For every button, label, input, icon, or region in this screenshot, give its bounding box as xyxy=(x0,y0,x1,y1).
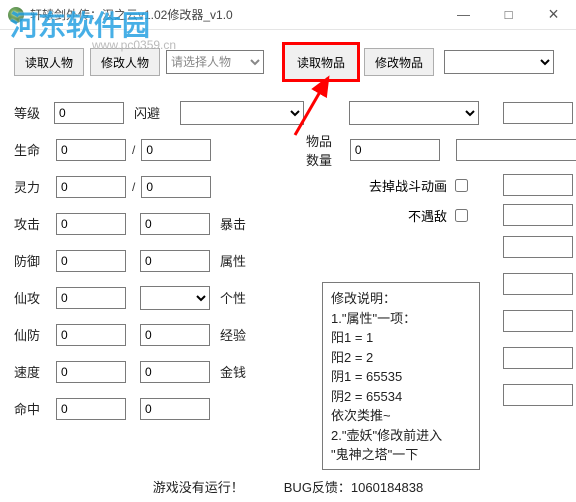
r-acc-input[interactable] xyxy=(503,384,573,406)
attr-label: 属性 xyxy=(220,251,262,270)
imatk2-select[interactable] xyxy=(140,286,210,310)
acc2-input[interactable] xyxy=(140,398,210,420)
game-status: 游戏没有运行！ xyxy=(153,477,244,496)
def-label: 防御 xyxy=(14,251,56,270)
read-item-button[interactable]: 读取物品 xyxy=(284,44,358,80)
modify-item-button[interactable]: 修改物品 xyxy=(364,48,434,76)
title-bar: 轩辕剑外传：汉之云v1.02修改器_v1.0 — □ × xyxy=(0,0,576,30)
window-title: 轩辕剑外传：汉之云v1.02修改器_v1.0 xyxy=(30,6,441,23)
r-atk-input[interactable] xyxy=(503,204,573,226)
r-spd-input[interactable] xyxy=(503,347,573,369)
mp-label: 灵力 xyxy=(14,177,56,196)
level-input[interactable] xyxy=(54,102,124,124)
disable-anim-check-label[interactable]: 去掉战斗动画 xyxy=(369,176,471,195)
atk1-input[interactable] xyxy=(56,213,126,235)
dodge-select[interactable] xyxy=(180,101,304,125)
level-label: 等级 xyxy=(14,103,54,122)
atk2-input[interactable] xyxy=(140,213,210,235)
hp-label: 生命 xyxy=(14,140,56,159)
no-encounter-check-label[interactable]: 不遇敌 xyxy=(408,206,471,225)
exp-label: 经验 xyxy=(220,325,262,344)
def1-input[interactable] xyxy=(56,250,126,272)
qty-input[interactable] xyxy=(503,102,573,124)
footer: 游戏没有运行！ BUG反馈：1060184838 xyxy=(0,477,576,496)
acc-label: 命中 xyxy=(14,399,56,418)
r-stam-input[interactable] xyxy=(503,174,573,196)
disable-anim-checkbox[interactable] xyxy=(455,179,468,192)
r-hp-input[interactable] xyxy=(456,139,576,161)
imatk-label: 仙攻 xyxy=(14,288,56,307)
imdef1-input[interactable] xyxy=(56,324,126,346)
crit-label: 暴击 xyxy=(220,214,262,233)
def2-input[interactable] xyxy=(140,250,210,272)
imdef2-input[interactable] xyxy=(140,324,210,346)
minimize-button[interactable]: — xyxy=(441,0,486,29)
app-icon xyxy=(8,7,24,23)
read-character-button[interactable]: 读取人物 xyxy=(14,48,84,76)
hp-max-input[interactable] xyxy=(141,139,211,161)
r-imdef-input[interactable] xyxy=(503,310,573,332)
slash: / xyxy=(132,143,135,157)
maximize-button[interactable]: □ xyxy=(486,0,531,29)
no-encounter-checkbox[interactable] xyxy=(455,209,468,222)
hp-cur-input[interactable] xyxy=(56,139,126,161)
acc1-input[interactable] xyxy=(56,398,126,420)
imdef-label: 仙防 xyxy=(14,325,56,344)
item-select[interactable] xyxy=(444,50,554,74)
modify-character-button[interactable]: 修改人物 xyxy=(90,48,160,76)
r-def-input[interactable] xyxy=(503,236,573,258)
slash: / xyxy=(132,180,135,194)
close-button[interactable]: × xyxy=(531,0,576,29)
bug-report: BUG反馈：1060184838 xyxy=(284,477,423,496)
mp-max-input[interactable] xyxy=(141,176,211,198)
character-select[interactable]: 请选择人物 xyxy=(166,50,264,74)
mp-cur-input[interactable] xyxy=(56,176,126,198)
atk-label: 攻击 xyxy=(14,214,56,233)
dodge-select-r[interactable] xyxy=(349,101,479,125)
imatk1-input[interactable] xyxy=(56,287,126,309)
spd1-input[interactable] xyxy=(56,361,126,383)
spd2-input[interactable] xyxy=(140,361,210,383)
dodge-label: 闪避 xyxy=(134,103,174,122)
item-qty-label: 物品数量 xyxy=(306,131,340,169)
item-qty-input[interactable] xyxy=(350,139,440,161)
spd-label: 速度 xyxy=(14,362,56,381)
r-imatk-input[interactable] xyxy=(503,273,573,295)
pers-label: 个性 xyxy=(220,288,262,307)
description-box: 修改说明： 1."属性"一项： 阳1 = 1 阳2 = 2 阴1 = 65535… xyxy=(322,282,480,470)
gold-label: 金钱 xyxy=(220,362,262,381)
